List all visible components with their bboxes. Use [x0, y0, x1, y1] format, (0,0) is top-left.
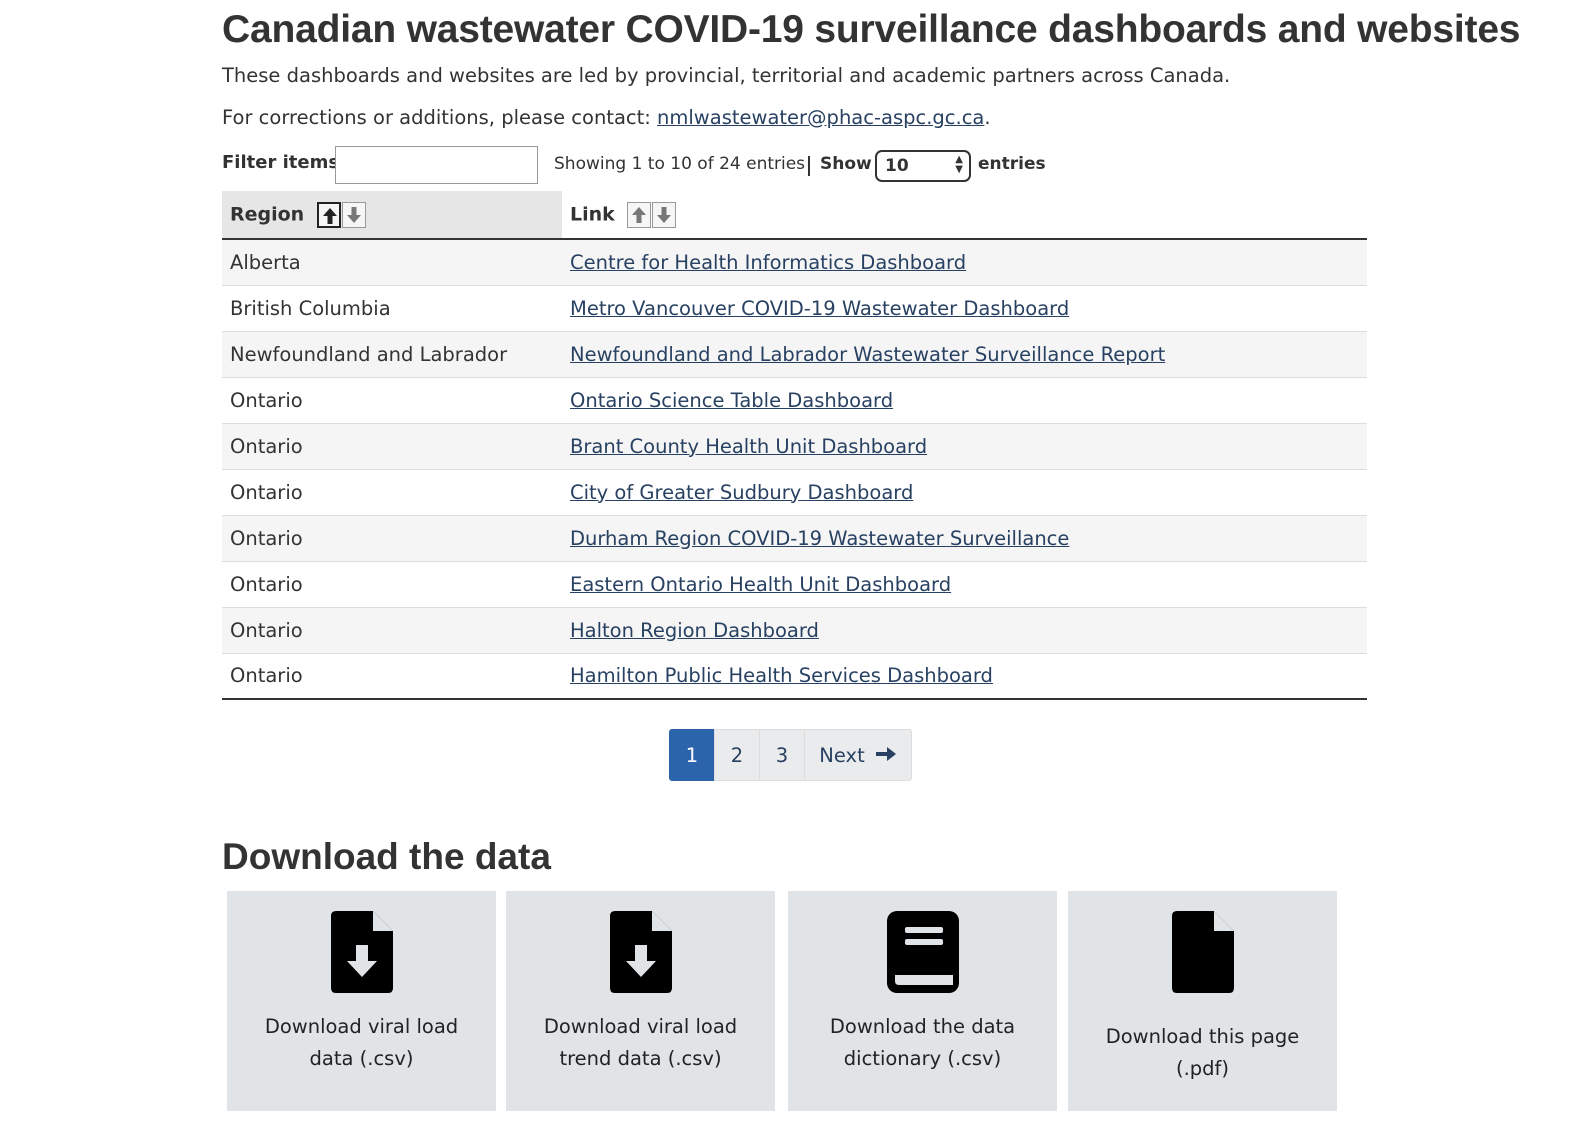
file-download-icon [601, 911, 681, 993]
table-row: Ontario Durham Region COVID-19 Wastewater… [222, 515, 1367, 562]
download-data-dictionary-card[interactable]: Download the data dictionary (.csv) [788, 891, 1057, 1111]
intro-text: These dashboards and websites are led by… [222, 64, 1231, 87]
table-header-row: Region Link [222, 191, 1367, 240]
table-row: Ontario Eastern Ontario Health Unit Dashb… [222, 561, 1367, 608]
sort-descending-icon[interactable] [652, 201, 677, 228]
column-header-region: Region [222, 191, 562, 240]
page-title: Canadian wastewater COVID-19 surveillanc… [222, 8, 1521, 51]
page-button-1[interactable]: 1 [669, 729, 715, 781]
dashboard-link[interactable]: Eastern Ontario Health Unit Dashboard [570, 573, 951, 596]
link-cell: Brant County Health Unit Dashboard [562, 423, 1367, 470]
card-label: Download viral load trend data (.csv) [543, 1015, 738, 1070]
link-cell: Eastern Ontario Health Unit Dashboard [562, 561, 1367, 608]
table-row: Ontario City of Greater Sudbury Dashboard [222, 469, 1367, 516]
filter-label: Filter items [222, 152, 340, 173]
dashboard-link[interactable]: Centre for Health Informatics Dashboard [570, 251, 966, 274]
region-cell: Ontario [222, 377, 562, 424]
table-row: Ontario Halton Region Dashboard [222, 607, 1367, 654]
entries-per-page-value: 10 [885, 156, 909, 176]
region-cell: Ontario [222, 469, 562, 516]
download-page-pdf-card[interactable]: Download this page (.pdf) [1068, 891, 1337, 1111]
divider [808, 156, 810, 176]
entries-label: entries [978, 154, 1046, 174]
sort-ascending-icon[interactable] [316, 201, 341, 228]
download-viral-load-trend-card[interactable]: Download viral load trend data (.csv) [506, 891, 775, 1111]
file-pdf-icon [1163, 911, 1243, 993]
link-cell: Newfoundland and Labrador Wastewater Sur… [562, 331, 1367, 378]
card-label: Download this page (.pdf) [1105, 1025, 1300, 1080]
dashboard-link[interactable]: Hamilton Public Health Services Dashboar… [570, 664, 993, 687]
dashboard-link[interactable]: Halton Region Dashboard [570, 619, 819, 642]
table-row: Ontario Brant County Health Unit Dashboar… [222, 423, 1367, 470]
table-row: Ontario Hamilton Public Health Services D… [222, 653, 1367, 700]
region-cell: Ontario [222, 423, 562, 470]
link-cell: Hamilton Public Health Services Dashboar… [562, 653, 1367, 700]
card-label: Download viral load data (.csv) [264, 1015, 459, 1070]
pagination: 1 2 3 Next [669, 729, 912, 781]
link-cell: Metro Vancouver COVID-19 Wastewater Dash… [562, 285, 1367, 332]
contact-email-link[interactable]: nmlwastewater@phac-aspc.gc.ca [657, 106, 984, 129]
dashboard-link[interactable]: Ontario Science Table Dashboard [570, 389, 893, 412]
entries-info: Showing 1 to 10 of 24 entries [554, 154, 806, 174]
link-cell: City of Greater Sudbury Dashboard [562, 469, 1367, 516]
table-controls: Filter items Showing 1 to 10 of 24 entri… [222, 146, 1367, 186]
sort-controls [316, 201, 367, 228]
region-cell: Ontario [222, 561, 562, 608]
dashboards-table: Region Link Alberta Centre for Health In… [222, 191, 1367, 700]
next-label: Next [819, 743, 865, 767]
column-header-label: Region [230, 203, 305, 225]
dashboard-link[interactable]: Newfoundland and Labrador Wastewater Sur… [570, 343, 1165, 366]
region-cell: Ontario [222, 653, 562, 700]
link-cell: Ontario Science Table Dashboard [562, 377, 1367, 424]
link-cell: Centre for Health Informatics Dashboard [562, 239, 1367, 286]
download-viral-load-card[interactable]: Download viral load data (.csv) [227, 891, 496, 1111]
link-cell: Durham Region COVID-19 Wastewater Survei… [562, 515, 1367, 562]
table-row: British Columbia Metro Vancouver COVID-19… [222, 285, 1367, 332]
table-row: Newfoundland and Labrador Newfoundland an… [222, 331, 1367, 378]
sort-ascending-icon[interactable] [627, 201, 652, 228]
select-arrows-icon: ▲ ▼ [955, 154, 963, 175]
column-header-link: Link [562, 191, 1367, 240]
dashboard-link[interactable]: Brant County Health Unit Dashboard [570, 435, 927, 458]
dashboard-link[interactable]: City of Greater Sudbury Dashboard [570, 481, 913, 504]
contact-line: For corrections or additions, please con… [222, 106, 991, 129]
download-section-title: Download the data [222, 836, 551, 877]
link-cell: Halton Region Dashboard [562, 607, 1367, 654]
arrow-right-icon [875, 744, 897, 767]
region-cell: Ontario [222, 607, 562, 654]
region-cell: Alberta [222, 239, 562, 286]
card-label: Download the data dictionary (.csv) [829, 1015, 1016, 1070]
page-button-3[interactable]: 3 [759, 729, 805, 781]
contact-prefix: For corrections or additions, please con… [222, 106, 658, 129]
dashboard-link[interactable]: Metro Vancouver COVID-19 Wastewater Dash… [570, 297, 1069, 320]
dashboard-link[interactable]: Durham Region COVID-19 Wastewater Survei… [570, 527, 1069, 550]
column-header-label: Link [570, 203, 615, 225]
region-cell: British Columbia [222, 285, 562, 332]
region-cell: Newfoundland and Labrador [222, 331, 562, 378]
region-cell: Ontario [222, 515, 562, 562]
file-download-icon [322, 911, 402, 993]
table-row: Ontario Ontario Science Table Dashboard [222, 377, 1367, 424]
book-icon [883, 911, 963, 993]
download-cards: Download viral load data (.csv) Download… [227, 891, 1337, 1111]
sort-descending-icon[interactable] [341, 201, 366, 228]
contact-suffix: . [984, 106, 991, 129]
next-page-button[interactable]: Next [804, 729, 912, 781]
page-button-2[interactable]: 2 [714, 729, 760, 781]
entries-per-page-select[interactable]: 10 ▲ ▼ [875, 150, 971, 182]
show-label: Show [820, 154, 872, 174]
table-row: Alberta Centre for Health Informatics Das… [222, 239, 1367, 286]
filter-input[interactable] [335, 146, 538, 184]
sort-controls [627, 201, 677, 228]
